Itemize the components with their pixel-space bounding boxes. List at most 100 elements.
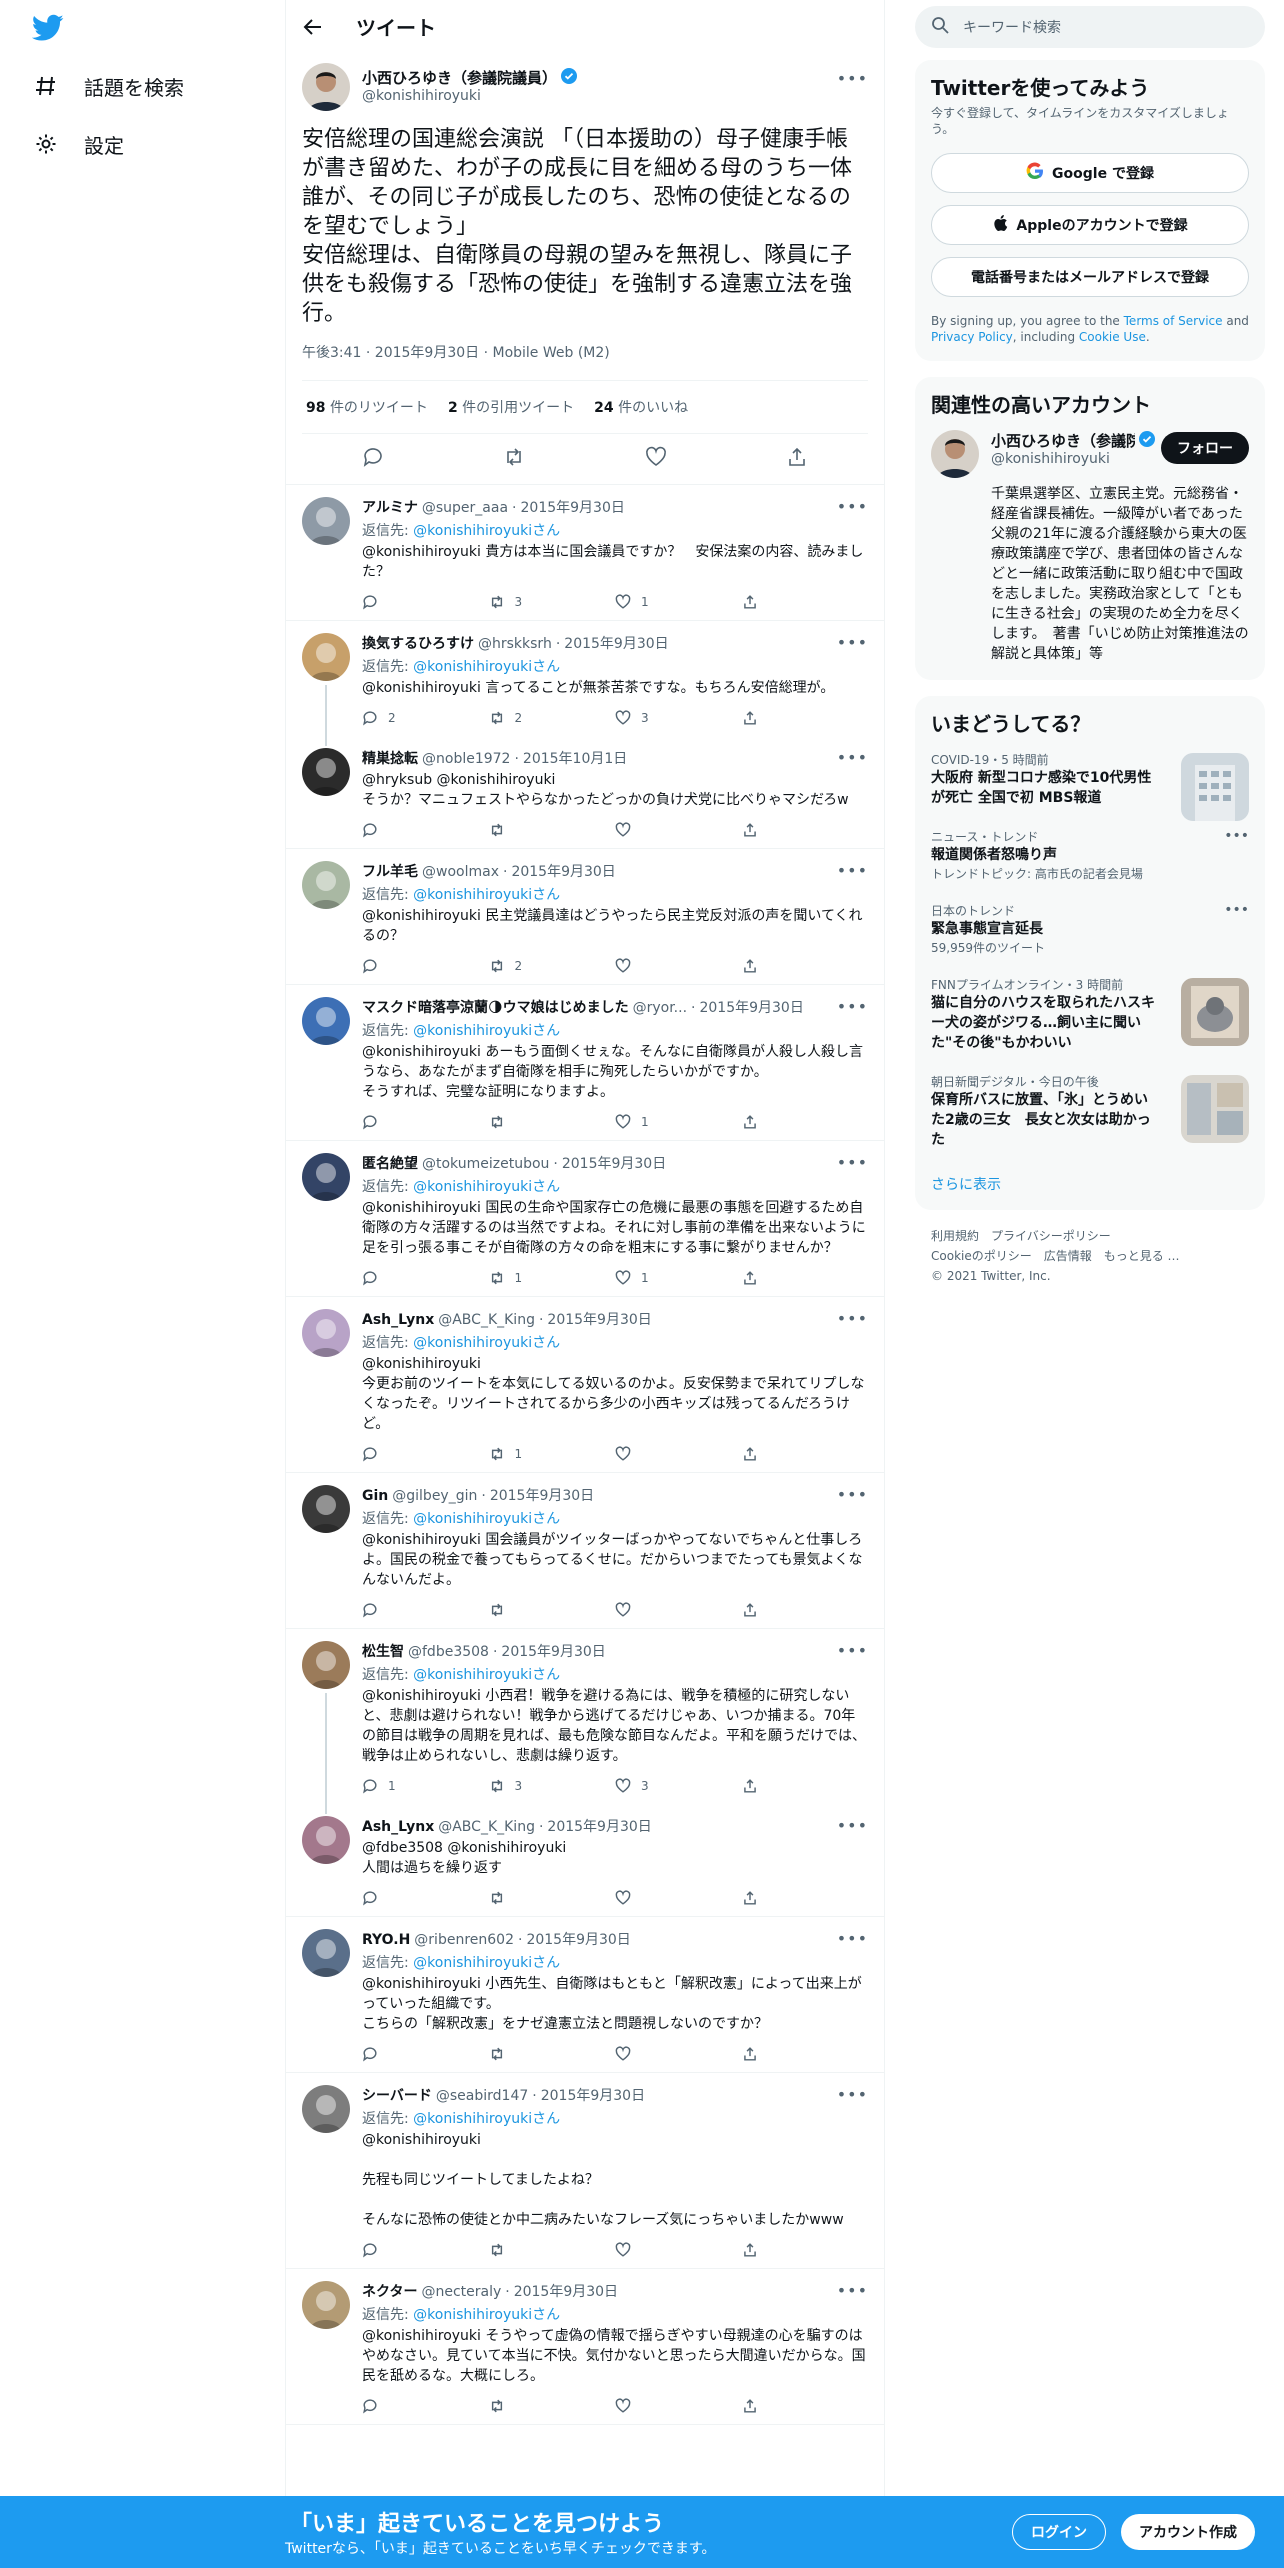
reply-date[interactable]: 2015年9月30日 <box>564 633 668 653</box>
reply-button[interactable]: 1 <box>362 1778 489 1794</box>
share-button[interactable] <box>742 1446 869 1462</box>
reply-to-link[interactable]: @konishihiroyukiさん <box>413 1511 560 1527</box>
search-input[interactable]: キーワード検索 <box>963 17 1061 37</box>
like-button[interactable] <box>615 2398 742 2414</box>
retweet-button[interactable] <box>489 2046 616 2062</box>
more-options-icon[interactable]: ••• <box>1224 828 1249 844</box>
reply-author-name[interactable]: シーバード <box>362 2085 432 2105</box>
reply-tweet[interactable]: 松生智 @fdbe3508 · 2015年9月30日 ••• 返信先: @konishih… <box>286 1629 884 1804</box>
trend-item[interactable]: 日本のトレンド 緊急事態宣言延長 59,959件のツイート ••• <box>915 892 1265 966</box>
avatar[interactable] <box>302 748 350 796</box>
reply-button[interactable] <box>362 2398 489 2414</box>
follow-button[interactable]: フォロー <box>1161 432 1249 464</box>
reply-to-link[interactable]: @konishihiroyukiさん <box>413 1179 560 1195</box>
reply-date[interactable]: 2015年9月30日 <box>514 2281 618 2301</box>
share-button[interactable] <box>742 1778 869 1794</box>
more-options-icon[interactable]: ••• <box>837 997 868 1016</box>
avatar[interactable] <box>302 1816 350 1864</box>
reply-to-link[interactable]: @konishihiroyukiさん <box>413 2111 560 2127</box>
reply-author-name[interactable]: 換気するひろすけ <box>362 633 474 653</box>
reply-date[interactable]: 2015年9月30日 <box>699 997 803 1017</box>
like-button[interactable]: 1 <box>615 1114 742 1130</box>
more-options-icon[interactable]: ••• <box>837 497 868 516</box>
nav-explore[interactable]: 話題を検索 <box>34 62 184 110</box>
reply-date[interactable]: 2015年9月30日 <box>526 1929 630 1949</box>
avatar[interactable] <box>302 1929 350 1977</box>
retweet-button[interactable] <box>489 1890 616 1906</box>
phone-email-signup-button[interactable]: 電話番号またはメールアドレスで登録 <box>931 257 1249 297</box>
more-options-icon[interactable]: ••• <box>837 633 868 652</box>
reply-tweet[interactable]: Ash_Lynx @ABC_K_King · 2015年9月30日 ••• 返信先: @k… <box>286 1297 884 1473</box>
more-options-icon[interactable]: ••• <box>837 69 868 88</box>
reply-author-handle[interactable]: @noble1972 <box>422 751 510 767</box>
reply-author-name[interactable]: Ash_Lynx <box>362 1312 434 1328</box>
more-options-icon[interactable]: ••• <box>837 1641 868 1660</box>
reply-author-handle[interactable]: @seabird147 <box>436 2088 528 2104</box>
share-button[interactable] <box>742 822 869 838</box>
avatar[interactable] <box>302 633 350 681</box>
footer-line-2[interactable]: Cookieのポリシー 広告情報 もっと見る … <box>931 1246 1249 1266</box>
reply-author-name[interactable]: 精巣捻転 <box>362 748 418 768</box>
signup-button[interactable]: アカウント作成 <box>1121 2514 1255 2550</box>
reply-tweet[interactable]: 精巣捻転 @noble1972 · 2015年10月1日 ••• @hryksub @ko… <box>286 736 884 849</box>
reply-tweet[interactable]: 匿名絶望 @tokumeizetubou · 2015年9月30日 ••• 返信先: @k… <box>286 1141 884 1297</box>
share-button[interactable] <box>742 710 869 726</box>
share-icon[interactable] <box>786 446 808 472</box>
tweet-meta[interactable]: 午後3:41 · 2015年9月30日 · Mobile Web (M2) <box>302 342 868 381</box>
cookie-link[interactable]: Cookie Use <box>1079 330 1146 344</box>
twitter-logo-icon[interactable] <box>31 14 64 42</box>
retweet-button[interactable] <box>489 2242 616 2258</box>
reply-button[interactable] <box>362 1890 489 1906</box>
avatar[interactable] <box>302 1641 350 1689</box>
avatar[interactable] <box>302 2085 350 2133</box>
retweet-button[interactable] <box>489 2398 616 2414</box>
reply-button[interactable] <box>362 958 489 974</box>
share-button[interactable] <box>742 1890 869 1906</box>
reply-tweet[interactable]: Gin @gilbey_gin · 2015年9月30日 ••• 返信先: @konish… <box>286 1473 884 1629</box>
reply-button[interactable] <box>362 2242 489 2258</box>
reply-to-link[interactable]: @konishihiroyukiさん <box>413 1023 560 1039</box>
reply-button[interactable] <box>362 594 489 610</box>
retweet-button[interactable]: 2 <box>489 710 616 726</box>
more-options-icon[interactable]: ••• <box>837 1309 868 1328</box>
reply-button[interactable] <box>362 1602 489 1618</box>
reply-date[interactable]: 2015年9月30日 <box>547 1309 651 1329</box>
reply-tweet[interactable]: RYO.H @ribenren602 · 2015年9月30日 ••• 返信先: @kon… <box>286 1917 884 2073</box>
reply-button[interactable] <box>362 822 489 838</box>
footer-line-1[interactable]: 利用規約 プライバシーポリシー <box>931 1226 1249 1246</box>
privacy-link[interactable]: Privacy Policy <box>931 330 1013 344</box>
like-button[interactable] <box>615 1890 742 1906</box>
retweet-button[interactable]: 1 <box>489 1270 616 1286</box>
avatar[interactable] <box>302 861 350 909</box>
reply-to-link[interactable]: @konishihiroyukiさん <box>413 887 560 903</box>
related-account[interactable]: 小西ひろゆき（参議院議員） @konishihiroyuki フォロー 千葉県選… <box>915 422 1265 680</box>
related-name[interactable]: 小西ひろゆき（参議院議員） <box>991 430 1135 451</box>
like-button[interactable] <box>615 2242 742 2258</box>
avatar[interactable] <box>302 1309 350 1357</box>
author-handle[interactable]: @konishihiroyuki <box>362 88 577 104</box>
avatar[interactable] <box>302 997 350 1045</box>
reply-author-name[interactable]: Ash_Lynx <box>362 1819 434 1835</box>
more-options-icon[interactable]: ••• <box>837 1153 868 1172</box>
back-arrow-icon[interactable] <box>302 16 324 38</box>
reply-to-link[interactable]: @konishihiroyukiさん <box>413 659 560 675</box>
reply-to-link[interactable]: @konishihiroyukiさん <box>413 523 560 539</box>
retweet-button[interactable]: 2 <box>489 958 616 974</box>
trend-item[interactable]: 朝日新聞デジタル・今日の午後 保育所バスに放置、「氷」とうめいた2歳の三女 長女… <box>915 1063 1265 1160</box>
reply-button[interactable] <box>362 1114 489 1130</box>
more-options-icon[interactable]: ••• <box>1224 902 1249 918</box>
reply-date[interactable]: 2015年9月30日 <box>521 497 625 517</box>
share-button[interactable] <box>742 958 869 974</box>
reply-date[interactable]: 2015年9月30日 <box>501 1641 605 1661</box>
reply-author-handle[interactable]: @ABC_K_King <box>438 1819 535 1835</box>
like-button[interactable] <box>615 1602 742 1618</box>
share-button[interactable] <box>742 1270 869 1286</box>
retweet-button[interactable] <box>489 822 616 838</box>
like-button[interactable] <box>615 822 742 838</box>
reply-author-handle[interactable]: @super_aaa <box>422 500 508 516</box>
login-button[interactable]: ログイン <box>1012 2514 1106 2550</box>
reply-tweet[interactable]: ネクター @necteraly · 2015年9月30日 ••• 返信先: @konish… <box>286 2269 884 2425</box>
reply-tweet[interactable]: フル羊毛 @woolmax · 2015年9月30日 ••• 返信先: @konishih… <box>286 849 884 985</box>
reply-author-handle[interactable]: @necteraly <box>421 2284 501 2300</box>
reply-date[interactable]: 2015年10月1日 <box>523 748 627 768</box>
